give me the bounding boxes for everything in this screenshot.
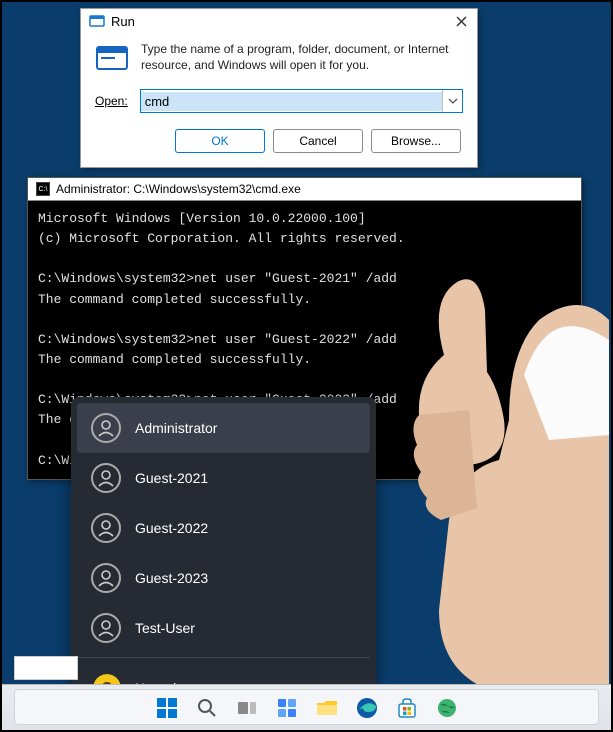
taskview-icon — [236, 697, 258, 719]
user-switch-item[interactable]: Guest-2023 — [77, 553, 370, 603]
user-label: Guest-2021 — [135, 470, 208, 486]
edge-button[interactable] — [354, 695, 380, 721]
folder-icon — [315, 697, 339, 719]
cmd-title: Administrator: C:\Windows\system32\cmd.e… — [56, 182, 301, 196]
user-switch-item[interactable]: Guest-2022 — [77, 503, 370, 553]
close-icon — [456, 16, 467, 27]
edge-icon — [356, 697, 378, 719]
ok-button[interactable]: OK — [175, 129, 265, 153]
chevron-down-icon — [448, 98, 458, 104]
cancel-button[interactable]: Cancel — [273, 129, 363, 153]
taskbar — [2, 684, 611, 730]
explorer-button[interactable] — [314, 695, 340, 721]
open-input[interactable] — [141, 92, 442, 111]
run-dialog: Run Type the name of a program, folder, … — [80, 8, 478, 168]
start-button[interactable] — [154, 695, 180, 721]
user-label: Test-User — [135, 620, 195, 636]
run-titlebar: Run — [81, 9, 477, 33]
settings-button[interactable] — [434, 695, 460, 721]
open-label: Open: — [95, 94, 128, 108]
widgets-button[interactable] — [274, 695, 300, 721]
user-label: Administrator — [135, 420, 217, 436]
user-switch-item[interactable]: Guest-2021 — [77, 453, 370, 503]
user-switch-item[interactable]: Administrator — [77, 403, 370, 453]
run-description: Type the name of a program, folder, docu… — [141, 41, 463, 73]
background-window-fragment — [14, 656, 78, 680]
search-icon — [196, 697, 218, 719]
combobox-dropdown-button[interactable] — [442, 90, 462, 112]
globe-icon — [436, 697, 458, 719]
windows-logo-icon — [156, 697, 178, 719]
store-icon — [396, 697, 418, 719]
user-avatar-icon — [91, 563, 121, 593]
browse-button[interactable]: Browse... — [371, 129, 461, 153]
widgets-icon — [276, 697, 298, 719]
run-title: Run — [111, 14, 135, 29]
search-button[interactable] — [194, 695, 220, 721]
user-avatar-icon — [91, 513, 121, 543]
taskview-button[interactable] — [234, 695, 260, 721]
user-label: Guest-2023 — [135, 570, 208, 586]
close-button[interactable] — [453, 13, 469, 29]
user-avatar-icon — [91, 613, 121, 643]
user-label: Guest-2022 — [135, 520, 208, 536]
cmd-titlebar: C:\ Administrator: C:\Windows\system32\c… — [28, 178, 581, 201]
run-small-icon — [89, 13, 105, 29]
separator — [77, 657, 370, 658]
open-combobox[interactable] — [140, 89, 463, 113]
start-user-panel: Administrator Guest-2021 Guest-2022 Guest-2… — [71, 397, 376, 720]
run-icon — [95, 41, 129, 75]
user-avatar-icon — [91, 463, 121, 493]
user-avatar-icon — [91, 413, 121, 443]
cmd-icon: C:\ — [36, 182, 50, 196]
user-switch-item[interactable]: Test-User — [77, 603, 370, 653]
store-button[interactable] — [394, 695, 420, 721]
